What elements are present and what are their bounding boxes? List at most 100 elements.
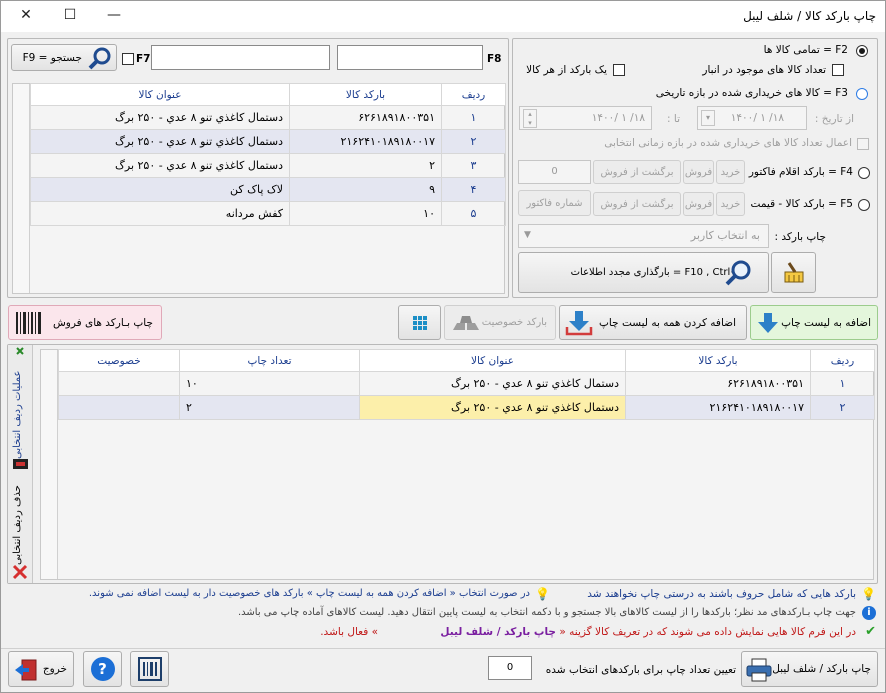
print-barcode-label: چاپ بارکد : [774,231,827,243]
from-date-label: از تاریخ : [814,113,854,125]
table-row[interactable]: ۵ ۱۰ کفش مردانه [30,201,506,226]
window-title: چاپ بارکد کالا / شلف لیبل [743,9,876,23]
delete-row-label: حذف ردیف انتخابی [12,485,23,565]
row-actions-sidebar: عملیات ردیف انتخابی حذف ردیف انتخابی [8,345,33,583]
settings-chip-icon[interactable] [13,459,28,469]
help-button[interactable]: ? [83,651,122,687]
check-icon: ✔ [865,624,876,639]
table-row[interactable]: ۲ ۲۱۶۲۴۱۰۱۸۹۱۸۰۰۱۷ دستمال کاغذي تنو ۸ عد… [30,129,506,154]
one-per-item-checkbox[interactable] [613,64,625,76]
to-date-label: تا : [667,113,680,125]
bottom-grid-header-barcode[interactable]: بارکد کالا [625,349,811,372]
f9-search-label: F9 = جستجو [22,51,82,64]
minimize-icon[interactable]: — [92,0,136,30]
row-title: دستمال کاغذي تنو ۸ عدي - ۲۵۰ برگ [30,153,290,178]
table-row[interactable]: ۱ ۶۲۶۱۸۹۱۸۰۰۳۵۱ دستمال کاغذي تنو ۸ عدي -… [58,371,875,396]
search-icon [88,47,111,70]
exit-label: خروج [42,663,67,675]
table-row[interactable]: ۴ ۹ لاک پاک کن [30,177,506,202]
print-sales-barcodes-button[interactable]: چاپ بـارکد های فروش [8,305,162,340]
row-spec [58,395,180,420]
sell-button-f5[interactable]: فروش [683,192,714,216]
bottom-grid-header-title[interactable]: عنوان کالا [359,349,626,372]
row-barcode: ۱۰ [289,201,442,226]
apply-count-checkbox[interactable] [857,138,869,150]
user-select-dropdown[interactable]: به انتخاب کاربر ▼ [518,224,769,248]
row-title: دستمال کاغذي تنو ۸ عدي - ۲۵۰ برگ [30,105,290,130]
row-title: دستمال کاغذي تنو ۸ عدي - ۲۵۰ برگ [30,129,290,154]
f5-radio[interactable] [858,199,870,211]
buy-button-f5[interactable]: خرید [716,192,745,216]
top-grid-header-title[interactable]: عنوان کالا [30,83,290,106]
invoice-number-button[interactable]: شماره فاکتور [518,190,591,216]
to-date-value: ۱۴۰۰/ ۱ /۱۸ [591,112,645,124]
f9-search-button[interactable]: F9 = جستجو [11,44,117,71]
close-icon[interactable]: ✕ [4,0,48,30]
title-bar: چاپ بارکد کالا / شلف لیبل ✕ ☐ — [0,0,886,32]
table-row[interactable]: ۲ ۲۱۶۲۴۱۰۱۸۹۱۸۰۰۱۷ دستمال کاغذي تنو ۸ عد… [58,395,875,420]
barcode-scan-button[interactable] [130,651,169,687]
sell-button-f4[interactable]: فروش [683,160,714,184]
row-barcode: ۶۲۶۱۸۹۱۸۰۰۳۵۱ [625,371,811,396]
search-icon [725,260,751,286]
row-index: ۱ [810,371,875,396]
arrow-down-icon [758,313,778,333]
barcode-icon [16,312,41,334]
row-title: کفش مردانه [30,201,290,226]
row-index: ۵ [441,201,506,226]
clear-button[interactable] [771,252,816,293]
gold-bars-icon [453,316,479,330]
dropdown-arrow-icon[interactable]: ▾ [701,110,715,126]
row-print-count[interactable]: ۱۰ [179,371,360,396]
delete-icon[interactable] [12,564,28,580]
reload-button[interactable]: F10 , Ctrl+F = بارگذاری مجدد اطلاعات [518,252,769,293]
row-title: دستمال کاغذي تنو ۸ عدي - ۲۵۰ برگ [359,395,626,420]
buy-button-f4[interactable]: خرید [716,160,745,184]
f2-radio[interactable] [856,45,868,57]
row-print-count[interactable]: ۲ [179,395,360,420]
bottom-grid-header-spec[interactable]: خصوصیت [58,349,180,372]
table-row[interactable]: ۳ ۲ دستمال کاغذي تنو ۸ عدي - ۲۵۰ برگ [30,153,506,178]
download-icon [565,311,593,336]
lightbulb-icon: 💡 [861,587,876,601]
from-date-field[interactable]: ۱۴۰۰/ ۱ /۱۸ ▾ [697,106,807,130]
add-all-to-list-button[interactable]: اضافه کردن همه به لیست چاپ [559,305,747,340]
print-list-grid: ردیف بارکد کالا عنوان کالا تعداد چاپ خصو… [58,349,875,420]
f3-radio[interactable] [856,88,868,100]
return-sell-button-f5[interactable]: برگشت از فروش [593,192,681,216]
info-icon: i [862,606,876,620]
date-spinner-icon[interactable]: ▴ ▾ [523,109,537,128]
f8-search-input[interactable] [337,45,483,70]
return-sell-button-f4[interactable]: برگشت از فروش [593,160,681,184]
broom-icon [784,261,803,282]
search-input[interactable] [151,45,330,70]
exit-button[interactable]: خروج [8,651,74,687]
set-count-label: تعیین تعداد چاپ برای بارکدهای انتخاب شده [545,664,736,676]
bottom-grid-header-count[interactable]: تعداد چاپ [179,349,360,372]
user-select-value: به انتخاب کاربر [690,229,760,242]
to-date-field[interactable]: ۱۴۰۰/ ۱ /۱۸ ▴ ▾ [519,106,652,130]
grid-view-button[interactable] [398,305,441,340]
top-grid-header-index[interactable]: ردیف [441,83,506,106]
expand-icon[interactable] [16,347,24,355]
add-to-list-button[interactable]: اضافه به لیست چاپ [750,305,878,340]
f8-label: F8 [487,53,502,65]
f7-checkbox[interactable] [122,53,134,65]
print-barcode-button[interactable]: چاپ بارکد / شلف لیبل [741,651,878,687]
special-barcode-button[interactable]: بارکد خصوصیت [444,305,556,340]
stock-checkbox[interactable] [832,64,844,76]
print-count-input[interactable]: 0 [488,656,532,680]
f3-label: F3 = کالا های خریداری شده در بازه تاریخی [655,87,848,99]
row-ops-label: عملیات ردیف انتخابی [12,370,23,459]
chevron-down-icon: ▼ [524,230,531,240]
top-grid-header-barcode[interactable]: بارکد کالا [289,83,442,106]
hint-3b-text: چاپ بارکد / شلف لیبل [440,626,556,638]
table-row[interactable]: ۱ ۶۲۶۱۸۹۱۸۰۰۳۵۱ دستمال کاغذي تنو ۸ عدي -… [30,105,506,130]
invoice-input[interactable]: 0 [518,160,591,184]
printer-icon [746,658,772,682]
row-barcode: ۶۲۶۱۸۹۱۸۰۰۳۵۱ [289,105,442,130]
stock-label: تعداد کالا های موجود در انبار [702,64,826,76]
f4-radio[interactable] [858,167,870,179]
maximize-icon[interactable]: ☐ [48,0,92,30]
bottom-grid-header-index[interactable]: ردیف [810,349,875,372]
